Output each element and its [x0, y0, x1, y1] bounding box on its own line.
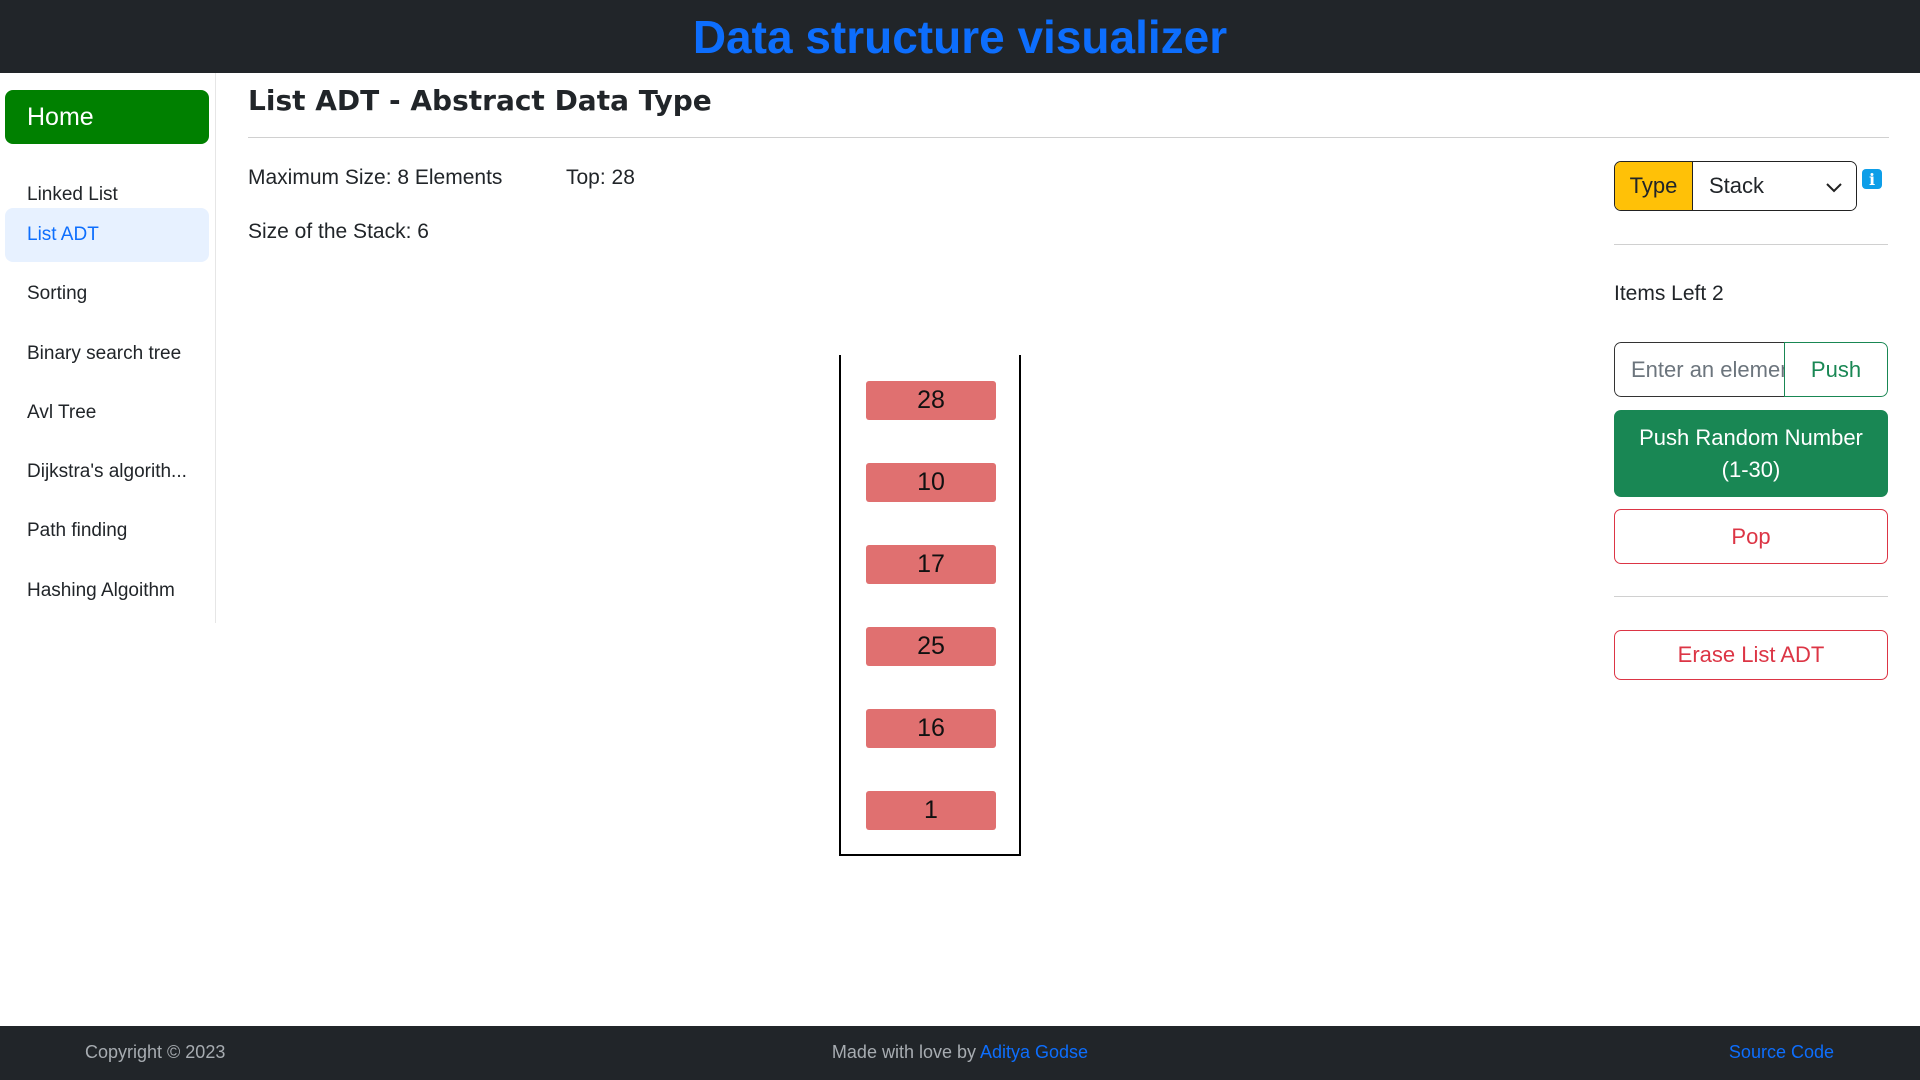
sidebar-item-binary-search-tree[interactable]: Binary search tree [5, 327, 209, 381]
controls-divider-bottom [1614, 596, 1888, 597]
stack-item: 1 [866, 791, 996, 830]
push-input-group: Enter an element Push [1614, 342, 1888, 397]
erase-button[interactable]: Erase List ADT [1614, 630, 1888, 680]
footer: Copyright © 2023 Made with love by Adity… [0, 1026, 1920, 1080]
source-code-link[interactable]: Source Code [1729, 1042, 1834, 1063]
type-label: Type [1615, 162, 1693, 210]
made-with-love: Made with love by Aditya Godse [0, 1042, 1920, 1063]
type-select-group: Type Stack [1614, 161, 1857, 211]
max-size-label: Maximum Size: 8 Elements [248, 166, 503, 189]
sidebar-item-dijkstra[interactable]: Dijkstra's algorith... [5, 445, 209, 499]
controls-divider-top [1614, 244, 1888, 245]
stack-size-label: Size of the Stack: 6 [248, 220, 429, 243]
app-title: Data structure visualizer [692, 10, 1228, 63]
stack-container: 28 10 17 25 16 1 [839, 355, 1021, 856]
sidebar-item-sorting[interactable]: Sorting [5, 267, 209, 321]
app-header: Data structure visualizer [0, 0, 1920, 73]
sidebar-item-path-finding[interactable]: Path finding [5, 504, 209, 558]
pop-button[interactable]: Pop [1614, 509, 1888, 564]
sidebar: Home Linked List List ADT Sorting Binary… [0, 73, 216, 623]
type-select-value: Stack [1709, 173, 1765, 198]
sidebar-item-hashing[interactable]: Hashing Algoithm [5, 564, 209, 618]
top-label: Top: 28 [566, 166, 635, 189]
sidebar-home-button[interactable]: Home [5, 90, 209, 144]
stack-item: 16 [866, 709, 996, 748]
items-left-label: Items Left 2 [1614, 282, 1724, 305]
stack-item: 25 [866, 627, 996, 666]
stack-item: 28 [866, 381, 996, 420]
element-input[interactable]: Enter an element [1614, 342, 1784, 397]
made-with-text: Made with love by [831, 1042, 980, 1062]
push-button[interactable]: Push [1784, 342, 1888, 397]
stack-item: 17 [866, 545, 996, 584]
sidebar-item-list-adt[interactable]: List ADT [5, 208, 209, 262]
sidebar-item-avl-tree[interactable]: Avl Tree [5, 386, 209, 440]
type-select[interactable]: Stack [1693, 162, 1856, 210]
title-divider [248, 137, 1889, 138]
chevron-down-icon [1826, 173, 1842, 199]
info-icon[interactable]: i [1862, 169, 1882, 189]
author-link[interactable]: Aditya Godse [980, 1042, 1088, 1062]
stack-item: 10 [866, 463, 996, 502]
page-title: List ADT - Abstract Data Type [248, 84, 712, 117]
push-random-button[interactable]: Push Random Number (1-30) [1614, 410, 1888, 497]
